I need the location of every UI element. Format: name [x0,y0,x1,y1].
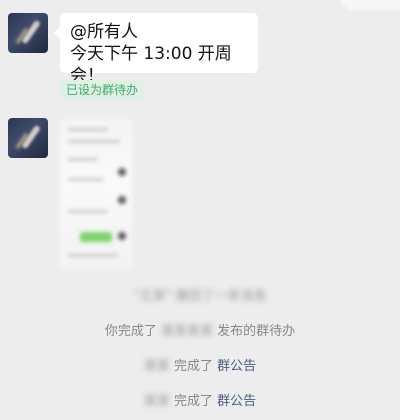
blurred-text: "王某" 撤回了一条消息 [133,289,267,304]
blurred-name: 某某 [143,359,170,374]
top-right-blurred-element [340,0,400,10]
thumbnail-detail [118,196,126,204]
thumbnail-detail [68,128,108,131]
group-todo-tag[interactable]: 已设为群待办 [60,80,145,100]
mention-text: @所有人 [70,22,138,42]
system-text: 你完成了 [104,324,157,339]
system-message-todo-completed: 你完成了 某某某某 发布的群待办 [0,320,400,339]
thumbnail-detail [68,210,108,213]
system-message-recalled: "王某" 撤回了一条消息 [0,285,400,304]
blurred-name: 某某 [143,394,170,409]
sender-avatar[interactable] [8,118,48,158]
system-text: 发布的群待办 [217,324,296,339]
system-message-notice-completed: 某某 完成了 群公告 [0,390,400,409]
message-bubble[interactable]: @所有人 今天下午 13:00 开周会！ [54,13,258,86]
thumbnail-detail [68,158,98,161]
thumbnail-detail [68,140,120,143]
group-notice-link[interactable]: 群公告 [217,394,256,409]
system-text: 完成了 [173,394,213,409]
thumbnail-detail [68,254,118,257]
group-notice-link[interactable]: 群公告 [217,359,256,374]
thumbnail-detail [68,178,104,181]
thumbnail-detail [118,232,126,240]
system-message-notice-completed: 某某 完成了 群公告 [0,355,400,374]
sender-avatar[interactable] [8,13,48,53]
image-message-thumbnail[interactable] [60,118,132,270]
blurred-name: 某某某某 [160,324,213,339]
system-text: 完成了 [173,359,213,374]
thumbnail-detail [80,232,112,242]
thumbnail-detail [118,168,126,176]
